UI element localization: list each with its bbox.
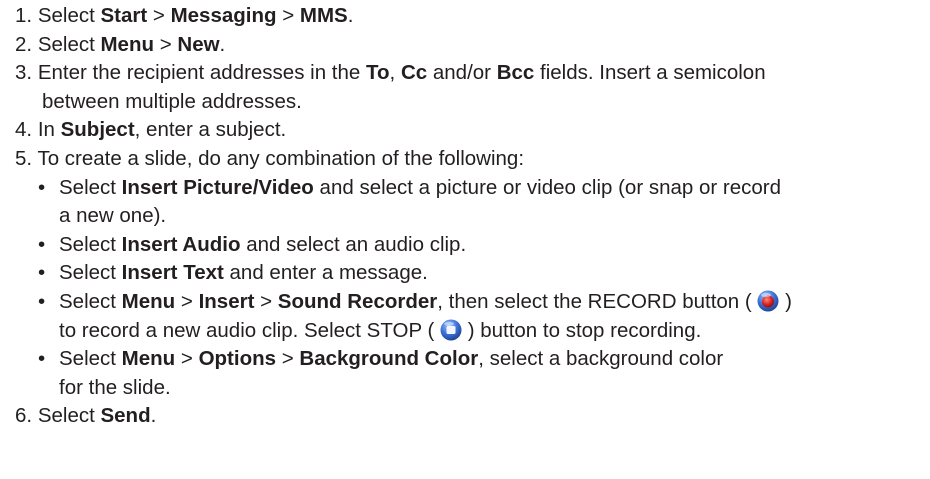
- bullet: •: [38, 347, 46, 371]
- step-number: 5.: [15, 146, 33, 170]
- ui-term-new: New: [177, 32, 220, 56]
- item-text: ): [785, 289, 792, 313]
- separator: >: [175, 347, 199, 371]
- step-1: 1. Select Start > Messaging > MMS.: [15, 2, 915, 31]
- list-item: • Select Insert Text and enter a message…: [15, 259, 915, 288]
- step-text: Enter the recipient addresses in the: [37, 61, 367, 85]
- step-text: .: [347, 4, 354, 27]
- item-text: and enter a message.: [223, 261, 428, 285]
- step-text: Select: [37, 4, 101, 27]
- separator: >: [147, 4, 171, 27]
- step-text: , enter a subject.: [134, 118, 287, 142]
- step-continuation: between multiple addresses.: [42, 89, 302, 113]
- step-number: 3.: [15, 61, 33, 85]
- ui-term-bcc: Bcc: [496, 61, 535, 85]
- slide-options-list: • Select Insert Picture/Video and select…: [15, 174, 915, 403]
- item-text: and select an audio clip.: [240, 232, 467, 256]
- item-text: Select: [59, 175, 122, 199]
- step-number: 6.: [15, 404, 33, 428]
- step-text: .: [219, 32, 226, 56]
- item-continuation: for the slide.: [59, 375, 171, 399]
- bullet: •: [38, 261, 46, 285]
- ui-term-menu: Menu: [121, 289, 176, 313]
- separator: >: [276, 4, 300, 27]
- list-item: • Select Menu > Options > Background Col…: [15, 345, 915, 402]
- instructions-document: 1. Select Start > Messaging > MMS. 2. Se…: [0, 0, 915, 431]
- ui-term-to: To: [366, 61, 390, 85]
- step-text: Select: [37, 32, 101, 56]
- separator: >: [276, 347, 300, 371]
- ui-term-insert-picture-video: Insert Picture/Video: [121, 175, 314, 199]
- item-text: Select: [59, 347, 122, 371]
- item-continuation: to record a new audio clip. Select STOP …: [59, 318, 435, 342]
- step-text: fields. Insert a semicolon: [534, 61, 766, 85]
- ui-term-insert: Insert: [198, 289, 255, 313]
- ui-term-messaging: Messaging: [170, 4, 277, 27]
- ui-term-sound-recorder: Sound Recorder: [277, 289, 438, 313]
- step-2: 2. Select Menu > New.: [15, 31, 915, 60]
- item-text: Select: [59, 289, 122, 313]
- item-text: , then select the RECORD button (: [437, 289, 752, 313]
- ui-term-send: Send: [100, 404, 151, 428]
- list-item: • Select Insert Audio and select an audi…: [15, 231, 915, 260]
- step-text: ,: [389, 61, 401, 85]
- item-text: Select: [59, 261, 122, 285]
- step-text: and/or: [427, 61, 497, 85]
- bullet: •: [38, 175, 46, 199]
- ui-term-menu: Menu: [121, 347, 176, 371]
- separator: >: [154, 32, 178, 56]
- step-text: .: [150, 404, 157, 428]
- ui-term-mms: MMS: [299, 4, 348, 27]
- item-text: Select: [59, 232, 122, 256]
- bullet: •: [38, 232, 46, 256]
- step-text: To create a slide, do any combination of…: [37, 146, 525, 170]
- step-number: 4.: [15, 118, 33, 142]
- step-text: In: [37, 118, 61, 142]
- step-3: 3. Enter the recipient addresses in the …: [15, 59, 915, 116]
- item-text: , select a background color: [478, 347, 724, 371]
- stop-button-icon: [440, 319, 462, 341]
- ui-term-background-color: Background Color: [299, 347, 479, 371]
- item-continuation: a new one).: [59, 204, 167, 228]
- step-number: 1.: [15, 4, 33, 27]
- item-continuation: ) button to stop recording.: [467, 318, 702, 342]
- step-6: 6. Select Send.: [15, 402, 915, 431]
- step-4: 4. In Subject, enter a subject.: [15, 116, 915, 145]
- ui-term-start: Start: [100, 4, 148, 27]
- step-text: Select: [37, 404, 101, 428]
- item-text: and select a picture or video clip (or s…: [313, 175, 782, 199]
- list-item: • Select Insert Picture/Video and select…: [15, 174, 915, 231]
- step-5: 5. To create a slide, do any combination…: [15, 145, 915, 402]
- separator: >: [254, 289, 278, 313]
- ui-term-insert-audio: Insert Audio: [121, 232, 241, 256]
- ui-term-subject: Subject: [60, 118, 135, 142]
- ui-term-options: Options: [198, 347, 277, 371]
- list-item: • Select Menu > Insert > Sound Recorder,…: [15, 288, 915, 345]
- ui-term-insert-text: Insert Text: [121, 261, 224, 285]
- step-number: 2.: [15, 32, 33, 56]
- separator: >: [175, 289, 199, 313]
- ui-term-cc: Cc: [400, 61, 428, 85]
- ui-term-menu: Menu: [100, 32, 155, 56]
- record-button-icon: [757, 290, 779, 312]
- bullet: •: [38, 289, 46, 313]
